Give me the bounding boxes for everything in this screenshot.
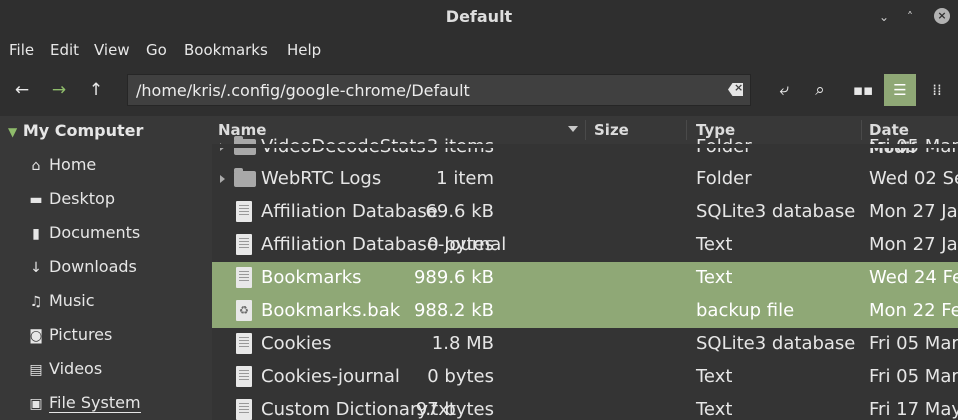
table-row[interactable]: WebRTC Logs 1 item Folder Wed 02 Se	[212, 163, 958, 196]
file-name: Cookies-journal	[261, 366, 400, 387]
videos-icon: ▤	[29, 362, 43, 378]
backup-file-icon: ♻	[236, 300, 252, 321]
sidebar-section-label: My Computer	[22, 121, 144, 140]
file-date: Fri 17 May	[869, 399, 958, 420]
up-icon[interactable]: ↑	[84, 78, 108, 102]
sidebar-item-music[interactable]: ♫ Music	[28, 291, 95, 317]
file-date: Mon 27 Ja	[869, 234, 958, 255]
file-size: 97 bytes	[415, 399, 494, 420]
file-date: Fri 05 Mar	[869, 366, 958, 387]
text-file-icon	[236, 399, 252, 420]
file-type: SQLite3 database	[696, 201, 856, 222]
file-date: Wed 02 Se	[869, 168, 958, 189]
menu-view[interactable]: View	[94, 41, 130, 59]
menu-edit[interactable]: Edit	[50, 41, 79, 59]
file-size: 0 bytes	[427, 234, 494, 255]
sidebar: ▼ My Computer ⌂ Home ▬ Desktop ▮ Documents …	[0, 116, 212, 420]
back-icon[interactable]: ←	[10, 78, 34, 102]
text-file-icon	[236, 333, 252, 354]
file-type: Folder	[696, 168, 752, 189]
downloads-icon: ↓	[30, 260, 42, 276]
file-name: Affiliation Database	[261, 201, 438, 222]
menu-bookmarks[interactable]: Bookmarks	[184, 41, 268, 59]
documents-icon: ▮	[32, 226, 40, 242]
file-size: 989.6 kB	[413, 267, 494, 288]
file-date: Fri 05 Mar	[869, 333, 958, 354]
file-size: 988.2 kB	[413, 300, 494, 321]
file-name: WebRTC Logs	[261, 168, 382, 189]
expand-icon[interactable]	[220, 175, 225, 183]
pictures-icon: ◙	[29, 328, 43, 344]
sidebar-item-downloads[interactable]: ↓ Downloads	[28, 257, 137, 283]
location-bar[interactable]: /home/kris/.config/google-chrome/Default…	[127, 74, 751, 106]
forward-icon[interactable]: →	[47, 78, 71, 102]
menu-help[interactable]: Help	[287, 41, 321, 59]
text-file-icon	[236, 234, 252, 255]
music-icon: ♫	[29, 294, 43, 310]
file-date: Wed 24 Fe	[869, 267, 958, 288]
location-path[interactable]: /home/kris/.config/google-chrome/Default	[136, 81, 470, 100]
file-name: Bookmarks	[261, 267, 362, 288]
menu-go[interactable]: Go	[146, 41, 167, 59]
desktop-icon: ▬	[29, 192, 43, 208]
window-title: Default	[445, 7, 513, 26]
toolbar: ← → ↑ /home/kris/.config/google-chrome/D…	[0, 64, 958, 116]
clear-location-icon[interactable]: ×	[728, 83, 743, 96]
table-row[interactable]: Custom Dictionary.txt 97 bytes Text Fri …	[212, 394, 958, 420]
chevron-down-icon: ▼	[8, 125, 18, 139]
sidebar-item-pictures[interactable]: ◙ Pictures	[28, 325, 112, 351]
sidebar-section-my-computer[interactable]: ▼ My Computer	[8, 121, 143, 140]
file-list: Name Size Type Date Modif VideoDecodeSta…	[212, 116, 958, 420]
menu-bar: File Edit View Go Bookmarks Help	[0, 34, 958, 64]
file-type: Text	[696, 399, 733, 420]
menu-file[interactable]: File	[9, 41, 34, 59]
table-row[interactable]: Affiliation Database-journal 0 bytes Tex…	[212, 229, 958, 262]
table-row[interactable]: Cookies 1.8 MB SQLite3 database Fri 05 M…	[212, 328, 958, 361]
text-file-icon	[236, 366, 252, 387]
sidebar-item-documents[interactable]: ▮ Documents	[28, 223, 140, 249]
search-icon[interactable]: ⌕	[808, 78, 832, 102]
file-size: 1.8 MB	[431, 333, 494, 354]
table-row[interactable]: Affiliation Database 69.6 kB SQLite3 dat…	[212, 196, 958, 229]
home-icon: ⌂	[31, 158, 41, 174]
sidebar-item-file-system[interactable]: ▣ File System	[28, 393, 141, 419]
file-type: Text	[696, 366, 733, 387]
toggle-location-icon[interactable]: ⤶	[772, 78, 796, 102]
sidebar-item-desktop[interactable]: ▬ Desktop	[28, 189, 115, 215]
table-row[interactable]: Cookies-journal 0 bytes Text Fri 05 Mar	[212, 361, 958, 394]
file-size: 1 item	[436, 168, 494, 189]
compact-view-icon[interactable]: ⁞⁞	[921, 74, 953, 106]
table-row-selected[interactable]: Bookmarks 989.6 kB Text Wed 24 Fe	[212, 262, 958, 295]
scroll-clip	[212, 144, 958, 148]
file-size: 69.6 kB	[425, 201, 494, 222]
minimize-icon[interactable]: ⌄	[879, 10, 889, 24]
file-type: backup file	[696, 300, 795, 321]
file-name: Bookmarks.bak	[261, 300, 401, 321]
icon-view-icon[interactable]: ▪▪	[847, 74, 879, 106]
sidebar-item-videos[interactable]: ▤ Videos	[28, 359, 102, 385]
file-date: Mon 22 Fe	[869, 300, 958, 321]
file-type: Text	[696, 234, 733, 255]
table-row-selected[interactable]: ♻ Bookmarks.bak 988.2 kB backup file Mon…	[212, 295, 958, 328]
file-type: SQLite3 database	[696, 333, 856, 354]
sidebar-item-home[interactable]: ⌂ Home	[28, 155, 97, 181]
folder-icon	[234, 168, 256, 187]
title-bar: Default ⌄ ˄ ×	[0, 0, 958, 34]
close-icon[interactable]: ×	[934, 8, 950, 24]
list-view-icon[interactable]: ☰	[884, 74, 916, 106]
file-size: 0 bytes	[427, 366, 494, 387]
file-type: Text	[696, 267, 733, 288]
file-date: Mon 27 Ja	[869, 201, 958, 222]
text-file-icon	[236, 267, 252, 288]
filesystem-icon: ▣	[29, 396, 43, 412]
maximize-icon[interactable]: ˄	[907, 10, 913, 24]
text-file-icon	[236, 201, 252, 222]
file-name: Cookies	[261, 333, 332, 354]
